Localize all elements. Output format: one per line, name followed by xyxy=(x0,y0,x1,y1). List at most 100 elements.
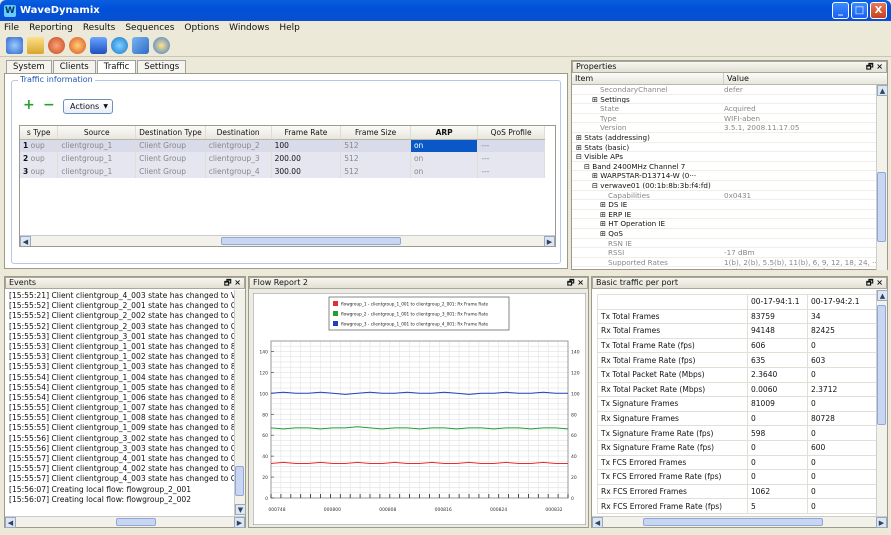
scroll-right-icon[interactable]: ▶ xyxy=(234,516,245,528)
event-line[interactable]: [15:56:07] Creating local flow: flowgrou… xyxy=(5,485,234,495)
table-row[interactable]: Rx FCS Errored Frames 1062 0 xyxy=(597,484,876,500)
table-row[interactable]: Rx Total Frames 94148 82425 xyxy=(597,323,876,339)
event-line[interactable]: [15:55:56] Client clientgroup_3_002 stat… xyxy=(5,434,234,444)
property-row[interactable]: ⊞ Settings xyxy=(572,95,876,105)
col-destination[interactable]: Destination xyxy=(205,126,272,140)
maximize-button[interactable]: □ xyxy=(851,2,868,19)
menu-reporting[interactable]: Reporting xyxy=(29,23,73,33)
cell-frame-rate[interactable]: 200.00 xyxy=(271,152,342,165)
property-row[interactable]: SecondaryChannel defer xyxy=(572,85,876,95)
menu-file[interactable]: File xyxy=(4,23,19,33)
event-line[interactable]: [15:55:52] Client clientgroup_2_001 stat… xyxy=(5,301,234,311)
event-line[interactable]: [15:55:21] Client clientgroup_4_003 stat… xyxy=(5,291,234,301)
table-row[interactable]: 3 oup clientgroup_1 Client Group clientg… xyxy=(20,165,545,178)
col-frame-rate[interactable]: Frame Rate xyxy=(271,126,342,140)
event-line[interactable]: [15:55:55] Client clientgroup_1_007 stat… xyxy=(5,403,234,413)
table-row[interactable]: Rx Signature Frames 0 80728 xyxy=(597,411,876,427)
table-row[interactable]: Tx Total Packet Rate (Mbps) 2.3640 0 xyxy=(597,367,876,383)
property-row[interactable]: ⊟ Band 2400MHz Channel 7 xyxy=(572,162,876,172)
event-line[interactable]: [15:55:57] Client clientgroup_4_003 stat… xyxy=(5,474,234,484)
save-icon[interactable] xyxy=(90,37,107,54)
col-type[interactable]: s Type xyxy=(20,126,59,140)
col-qos-profile[interactable]: QoS Profile xyxy=(477,126,545,140)
scroll-right-icon[interactable]: ▶ xyxy=(876,516,887,528)
property-row[interactable]: ⊞ Stats (addressing) xyxy=(572,133,876,143)
col-frame-size[interactable]: Frame Size xyxy=(340,126,411,140)
scroll-left-icon[interactable]: ◀ xyxy=(5,516,16,528)
property-row[interactable]: ⊞ DS IE xyxy=(572,200,876,210)
tab-system[interactable]: System xyxy=(6,60,52,73)
table-row[interactable]: Tx Total Frame Rate (fps) 606 0 xyxy=(597,338,876,354)
col-port-1[interactable]: 00-17-94:1.1 xyxy=(747,294,808,310)
menu-sequences[interactable]: Sequences xyxy=(125,23,174,33)
basic-traffic-v-scrollbar[interactable]: ▲ xyxy=(876,290,888,516)
scroll-right-icon[interactable]: ▶ xyxy=(544,235,555,246)
property-row[interactable]: Type WIFI-aben xyxy=(572,114,876,124)
property-row[interactable]: ⊟ verwave01 (00:1b:8b:3b:f4:fd) xyxy=(572,181,876,191)
event-line[interactable]: [15:55:55] Client clientgroup_1_008 stat… xyxy=(5,413,234,423)
property-row[interactable]: WPA IE0xdd160050f20101000050f20401000050… xyxy=(572,267,876,269)
scroll-left-icon[interactable]: ◀ xyxy=(20,235,31,246)
property-row[interactable]: RSSI -17 dBm xyxy=(572,248,876,258)
close-button[interactable]: X xyxy=(870,2,887,19)
scroll-thumb[interactable] xyxy=(643,518,823,526)
table-row[interactable]: 2 oup clientgroup_1 Client Group clientg… xyxy=(20,152,545,165)
table-row[interactable]: Tx Signature Frame Rate (fps) 598 0 xyxy=(597,425,876,441)
table-row[interactable]: Tx Signature Frames 81009 0 xyxy=(597,396,876,412)
col-port-2[interactable]: 00-17-94:2.1 xyxy=(807,294,876,310)
property-row[interactable]: ⊞ HT Operation IE xyxy=(572,219,876,229)
menu-options[interactable]: Options xyxy=(184,23,219,33)
cell-frame-rate[interactable]: 100 xyxy=(271,139,342,152)
scroll-down-icon[interactable]: ▼ xyxy=(235,504,246,515)
traffic-h-scrollbar[interactable]: ◀ ▶ xyxy=(20,235,555,246)
actions-dropdown[interactable]: Actions ▼ xyxy=(63,99,113,114)
minimize-button[interactable]: _ xyxy=(832,2,849,19)
run-icon[interactable] xyxy=(69,37,86,54)
pane-controls[interactable]: 🗗 × xyxy=(866,278,886,288)
menu-results[interactable]: Results xyxy=(83,23,116,33)
events-v-scrollbar[interactable]: ▼ xyxy=(234,290,246,516)
property-row[interactable]: Version 3.5.1, 2008.11.17.05 xyxy=(572,123,876,133)
table-row[interactable]: Tx Total Frames 83759 34 xyxy=(597,309,876,325)
clients-icon[interactable] xyxy=(48,37,65,54)
menu-help[interactable]: Help xyxy=(279,23,300,33)
cell-frame-rate[interactable]: 300.00 xyxy=(271,165,342,178)
refresh-icon[interactable] xyxy=(111,37,128,54)
col-item[interactable]: Item xyxy=(572,73,724,84)
property-row[interactable]: RSN IE xyxy=(572,239,876,249)
property-row[interactable]: ⊞ ERP IE xyxy=(572,210,876,220)
event-line[interactable]: [15:55:55] Client clientgroup_1_009 stat… xyxy=(5,423,234,433)
col-arp[interactable]: ARP xyxy=(410,126,479,140)
folder-icon[interactable] xyxy=(27,37,44,54)
remove-flow-button[interactable]: − xyxy=(43,98,55,112)
table-row[interactable]: Rx Total Packet Rate (Mbps) 0.0060 2.3712 xyxy=(597,382,876,398)
table-row[interactable]: Tx FCS Errored Frame Rate (fps) 0 0 xyxy=(597,469,876,485)
col-value[interactable]: Value xyxy=(724,73,749,84)
table-row[interactable]: 1 oup clientgroup_1 Client Group clientg… xyxy=(20,139,545,152)
menu-windows[interactable]: Windows xyxy=(229,23,269,33)
event-line[interactable]: [15:55:52] Client clientgroup_2_002 stat… xyxy=(5,311,234,321)
table-row[interactable]: Tx FCS Errored Frames 0 0 xyxy=(597,455,876,471)
scroll-left-icon[interactable]: ◀ xyxy=(592,516,603,528)
cell-arp[interactable]: on xyxy=(410,139,479,152)
event-line[interactable]: [15:55:52] Client clientgroup_2_003 stat… xyxy=(5,322,234,332)
property-row[interactable]: State Acquired xyxy=(572,104,876,114)
scroll-thumb[interactable] xyxy=(235,466,244,496)
scroll-up-icon[interactable]: ▲ xyxy=(877,290,888,301)
col-destination-type[interactable]: Destination Type xyxy=(135,126,206,140)
properties-v-scrollbar[interactable]: ▲ xyxy=(876,85,888,270)
pane-controls[interactable]: 🗗 × xyxy=(224,278,244,288)
event-line[interactable]: [15:55:57] Client clientgroup_4_002 stat… xyxy=(5,464,234,474)
event-line[interactable]: [15:55:54] Client clientgroup_1_006 stat… xyxy=(5,393,234,403)
tab-clients[interactable]: Clients xyxy=(52,60,96,73)
property-row[interactable]: ⊞ WARPSTAR-D13714-W (0··· xyxy=(572,171,876,181)
event-line[interactable]: [15:55:53] Client clientgroup_1_002 stat… xyxy=(5,352,234,362)
pane-controls[interactable]: 🗗 × xyxy=(567,278,587,288)
event-line[interactable]: [15:55:53] Client clientgroup_1_001 stat… xyxy=(5,342,234,352)
events-h-scrollbar[interactable]: ◀ ▶ xyxy=(5,516,245,528)
open-icon[interactable] xyxy=(6,37,23,54)
event-line[interactable]: [15:55:53] Client clientgroup_1_003 stat… xyxy=(5,362,234,372)
table-row[interactable]: Rx Total Frame Rate (fps) 635 603 xyxy=(597,352,876,368)
scroll-thumb[interactable] xyxy=(221,237,401,245)
cell-arp[interactable]: on xyxy=(410,152,479,165)
